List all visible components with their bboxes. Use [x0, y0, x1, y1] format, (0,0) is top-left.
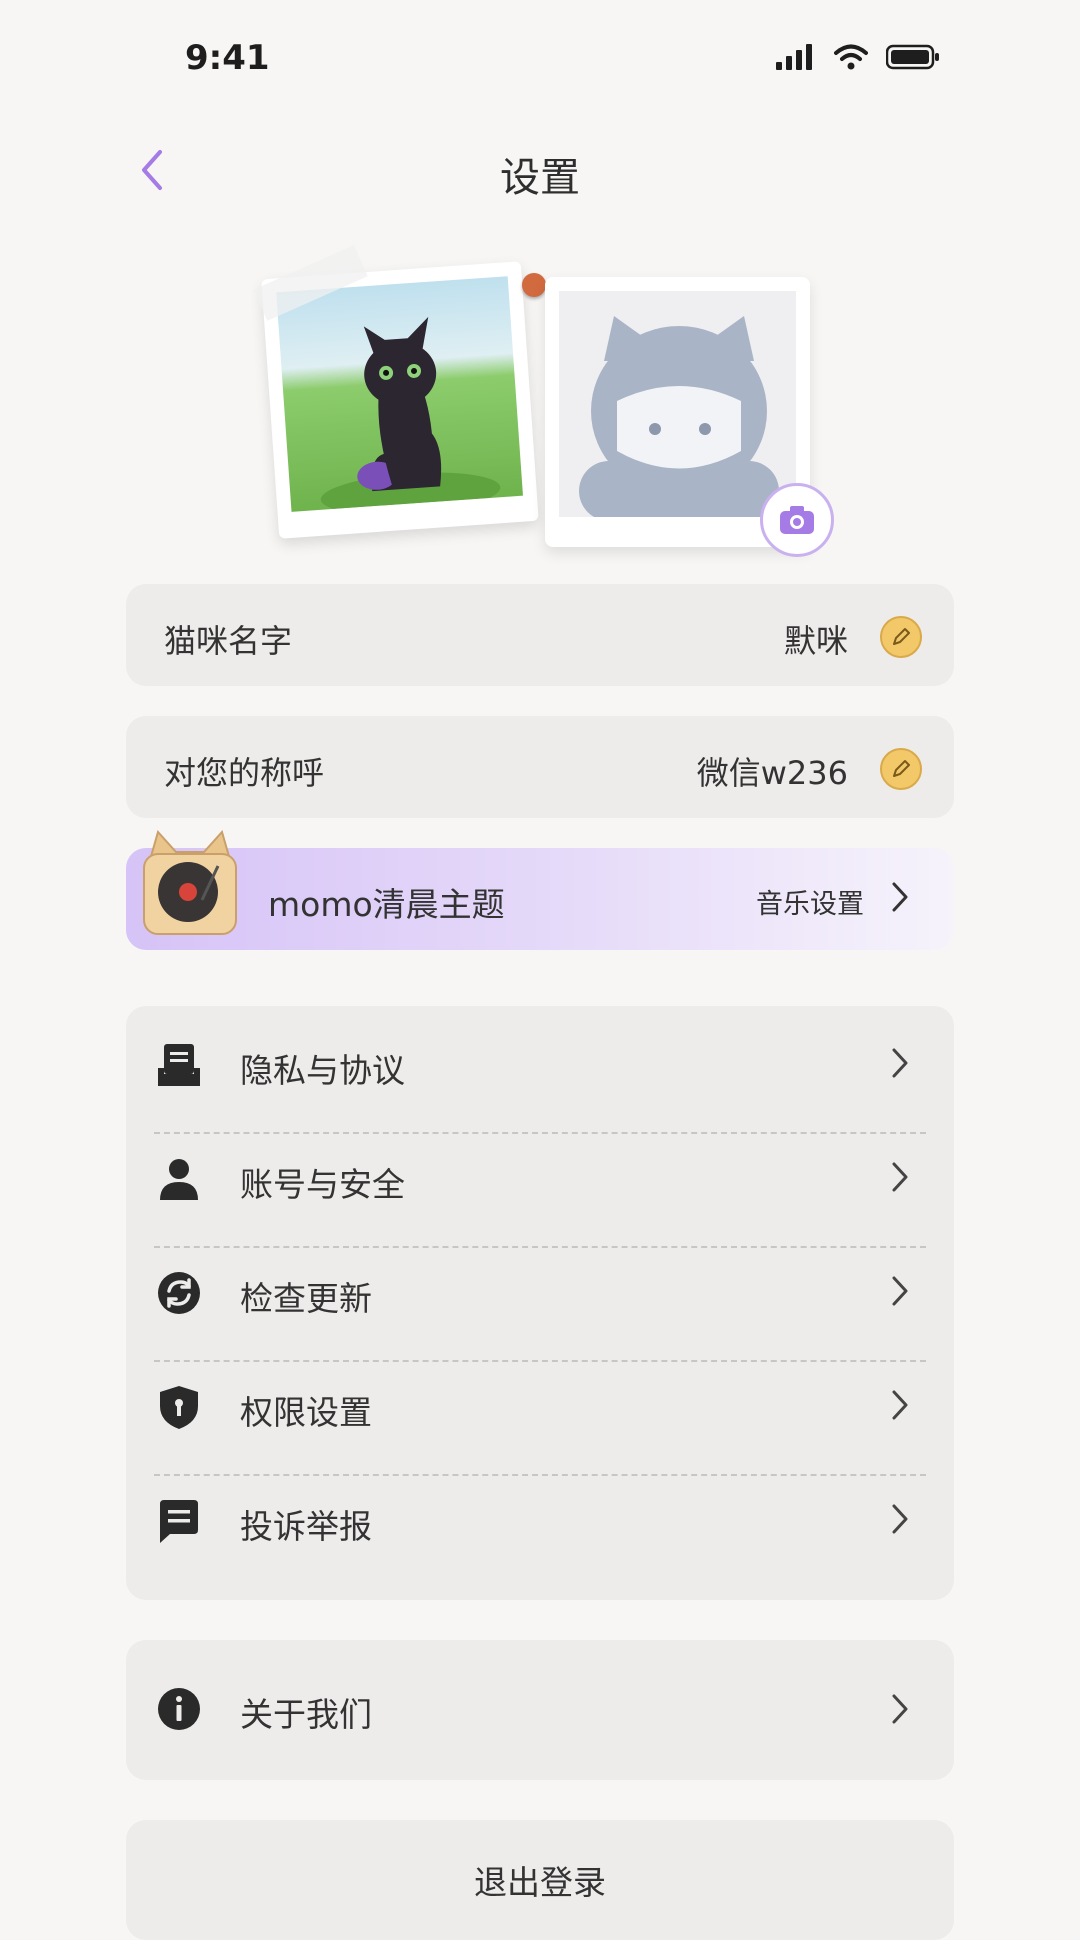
- chevron-right-icon: [892, 1162, 908, 1192]
- settings-menu: 隐私与协议 账号与安全 检查更新 权限设置 投诉举报: [126, 1006, 954, 1600]
- edit-cat-name-button[interactable]: [880, 616, 922, 658]
- status-icons: [776, 44, 940, 70]
- record-player-icon: [140, 829, 240, 940]
- shield-icon: [160, 1386, 198, 1429]
- pin-icon: [522, 273, 546, 297]
- chevron-right-icon: [892, 1048, 908, 1078]
- edit-nickname-button[interactable]: [880, 748, 922, 790]
- nickname-label: 对您的称呼: [164, 754, 325, 792]
- menu-item-account[interactable]: 账号与安全: [126, 1120, 954, 1234]
- about-label: 关于我们: [240, 1695, 372, 1734]
- menu-item-label: 检查更新: [240, 1279, 372, 1318]
- logout-button[interactable]: 退出登录: [126, 1820, 954, 1940]
- chevron-right-icon: [892, 1504, 908, 1534]
- pencil-icon: [893, 628, 910, 645]
- menu-item-privacy[interactable]: 隐私与协议: [126, 1006, 954, 1120]
- refresh-icon: [158, 1272, 200, 1314]
- logout-label: 退出登录: [474, 1863, 606, 1902]
- chevron-right-icon: [892, 882, 908, 912]
- signal-icon: [776, 44, 812, 70]
- music-settings-link[interactable]: 音乐设置: [756, 882, 864, 921]
- menu-item-update[interactable]: 检查更新: [126, 1234, 954, 1348]
- chevron-right-icon: [892, 1276, 908, 1306]
- avatar-placeholder-icon: [579, 316, 779, 517]
- message-icon: [160, 1500, 198, 1543]
- menu-item-label: 账号与安全: [240, 1165, 405, 1204]
- cat-photo[interactable]: [253, 245, 539, 539]
- cat-name-value: 默咪: [783, 622, 848, 660]
- theme-label: momo清晨主题: [268, 885, 505, 924]
- nickname-value: 微信w236: [696, 754, 848, 792]
- document-icon: [158, 1044, 200, 1086]
- menu-item-report[interactable]: 投诉举报: [126, 1462, 954, 1576]
- camera-button[interactable]: [760, 483, 834, 557]
- page-title: 设置: [500, 155, 580, 201]
- camera-icon: [780, 506, 814, 534]
- info-icon: [158, 1688, 200, 1730]
- menu-item-permissions[interactable]: 权限设置: [126, 1348, 954, 1462]
- user-icon: [160, 1159, 198, 1200]
- about-row[interactable]: 关于我们: [126, 1640, 954, 1780]
- cat-name-label: 猫咪名字: [164, 622, 293, 660]
- profile-photos: [253, 245, 834, 557]
- pencil-icon: [893, 760, 910, 777]
- status-time: 9:41: [185, 38, 270, 78]
- theme-row[interactable]: momo清晨主题 音乐设置: [126, 829, 954, 950]
- menu-item-label: 隐私与协议: [240, 1051, 405, 1090]
- menu-item-label: 权限设置: [240, 1393, 372, 1432]
- wifi-icon: [834, 44, 868, 70]
- battery-icon: [886, 44, 939, 70]
- chevron-right-icon: [892, 1694, 908, 1724]
- cat-name-row[interactable]: 猫咪名字 默咪: [126, 584, 954, 686]
- black-cat-illustration: [320, 316, 501, 512]
- chevron-right-icon: [892, 1390, 908, 1420]
- menu-item-label: 投诉举报: [240, 1507, 372, 1546]
- nickname-row[interactable]: 对您的称呼 微信w236: [126, 716, 954, 818]
